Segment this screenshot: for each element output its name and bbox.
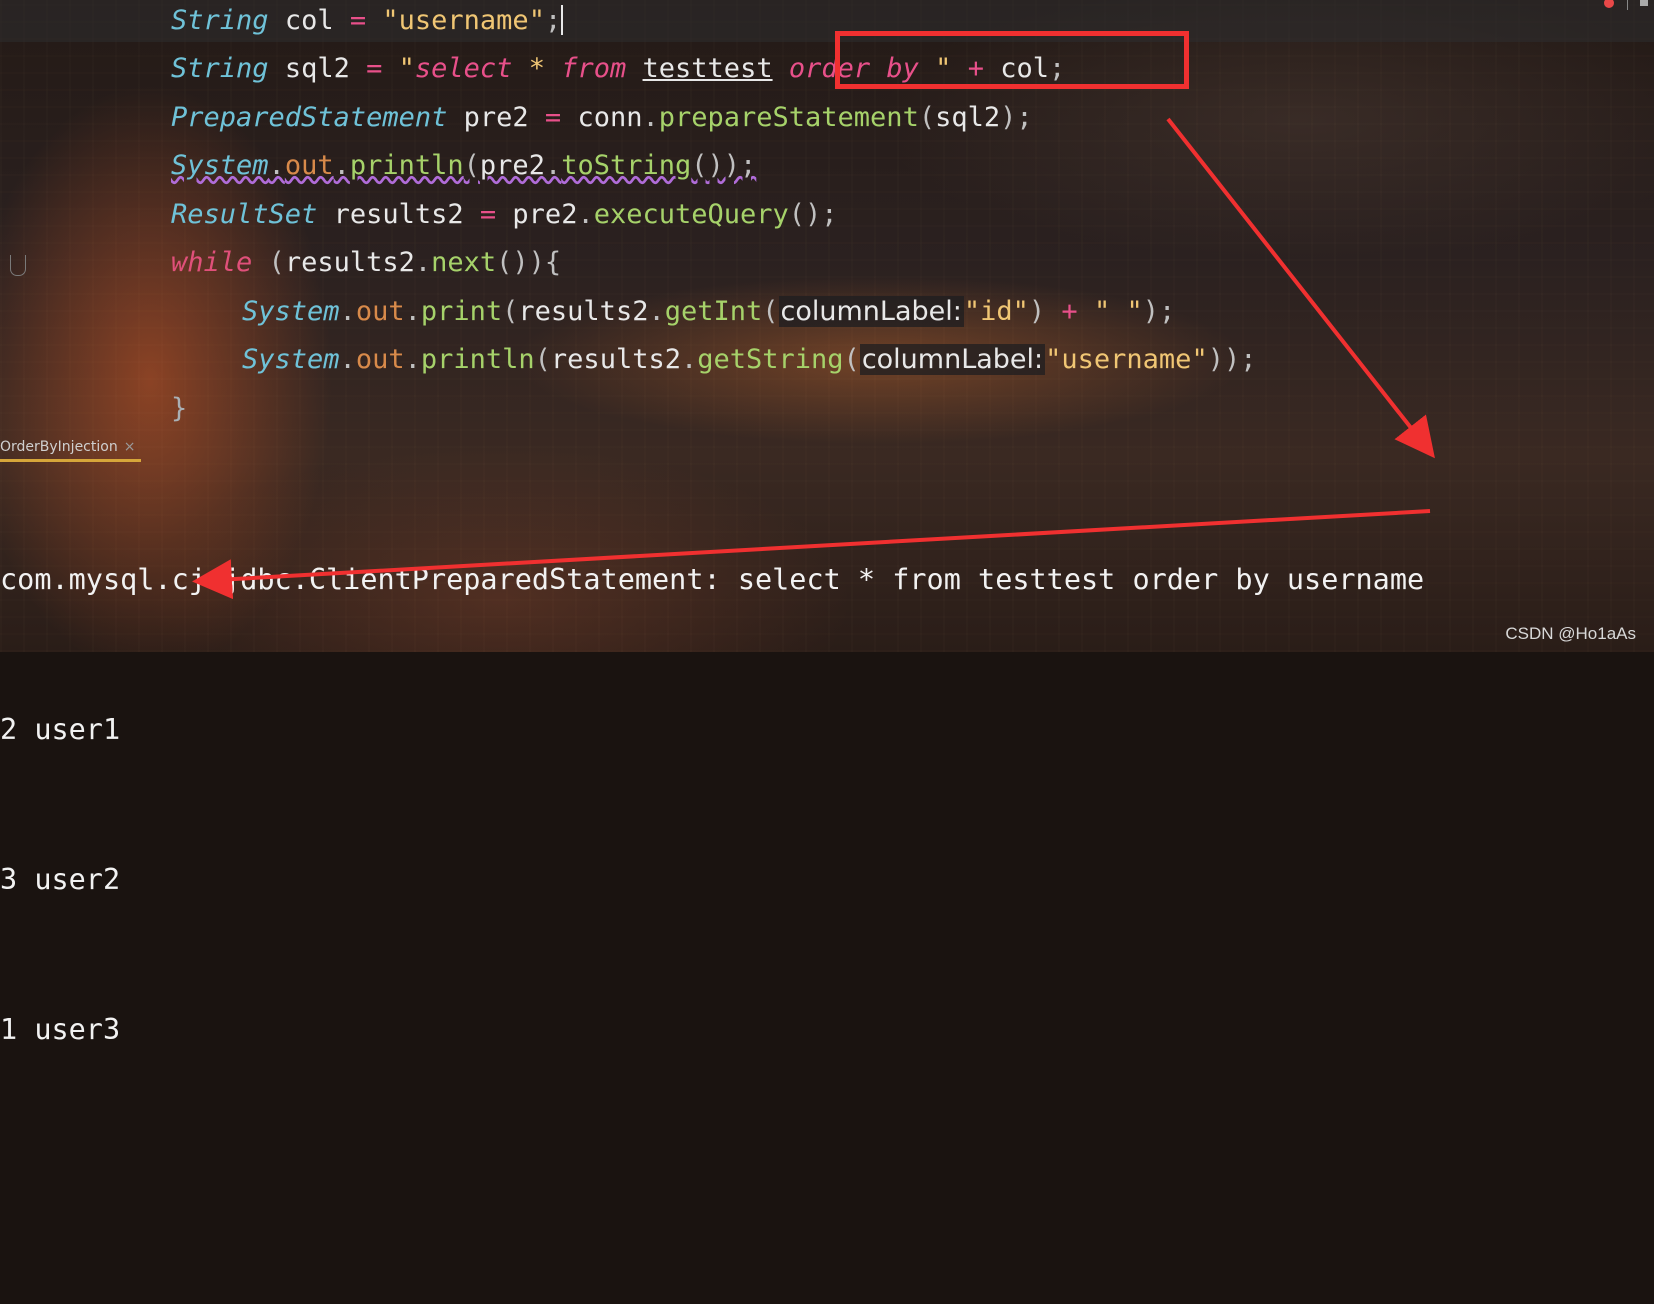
console-line: 1 user3 (0, 1013, 121, 1046)
arrow-to-user2-row (192, 509, 1431, 600)
console-line: 3 user2 (0, 863, 121, 896)
arrow-to-console-sql (1166, 117, 1435, 459)
console-line: 2 user1 (0, 713, 121, 746)
annotation-arrows (192, 117, 1435, 600)
